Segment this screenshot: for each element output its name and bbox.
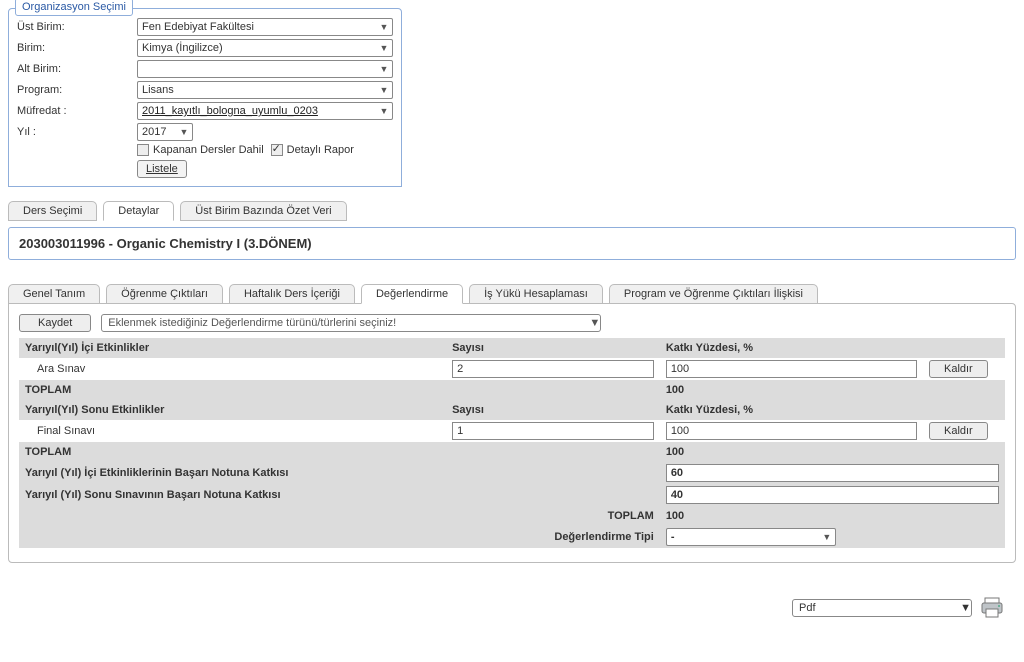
ici-toplam-row: TOPLAM100 — [19, 380, 1005, 400]
yil-select[interactable]: 2017 ▼ — [137, 123, 193, 141]
degerlendirme-tipi-select[interactable]: - ▼ — [666, 528, 836, 546]
bottom-bar: Pdf ▼ — [8, 597, 1016, 619]
dropdown-arrow-icon: ▼ — [376, 22, 392, 32]
final-katki-input[interactable]: 100 — [666, 422, 917, 440]
ici-basari-input[interactable]: 60 — [666, 464, 999, 482]
evaluation-type-picker[interactable]: Eklenmek istediğiniz Değerlendirme türün… — [101, 314, 601, 332]
sonu-basari-input[interactable]: 40 — [666, 486, 999, 504]
final-sinavi-label: Final Sınavı — [19, 420, 446, 442]
tab-haftalik-ders[interactable]: Haftalık Ders İçeriği — [229, 284, 355, 304]
dropdown-arrow-icon: ▼ — [960, 602, 971, 614]
table-row: Final Sınavı 1 100 Kaldır — [19, 420, 1005, 442]
listele-button[interactable]: Listele — [137, 160, 187, 178]
ust-birim-value: Fen Edebiyat Fakültesi — [142, 21, 254, 33]
dropdown-arrow-icon: ▼ — [819, 532, 835, 542]
ara-sinav-label: Ara Sınav — [19, 358, 446, 380]
genel-toplam-row: TOPLAM 100 — [19, 506, 1005, 526]
table-row: Ara Sınav 2 100 Kaldır — [19, 358, 1005, 380]
yil-value: 2017 — [142, 126, 166, 138]
muferdat-label: Müfredat : — [17, 105, 137, 117]
kaydet-button[interactable]: Kaydet — [19, 314, 91, 332]
dropdown-arrow-icon: ▼ — [176, 127, 192, 137]
tab-program-iliskisi[interactable]: Program ve Öğrenme Çıktıları İlişkisi — [609, 284, 818, 304]
printer-icon[interactable] — [980, 597, 1004, 619]
muferdat-combo[interactable]: 2011_kayıtlı_bologna_uyumlu_0203 ▼ — [137, 102, 393, 120]
final-sayi-input[interactable]: 1 — [452, 422, 654, 440]
final-kaldir-button[interactable]: Kaldır — [929, 422, 988, 440]
tab-detaylar[interactable]: Detaylar — [103, 201, 174, 221]
tab-ogrenme-ciktilari[interactable]: Öğrenme Çıktıları — [106, 284, 223, 304]
ara-sinav-katki-input[interactable]: 100 — [666, 360, 917, 378]
course-title: 203003011996 - Organic Chemistry I (3.DÖ… — [8, 227, 1016, 260]
program-label: Program: — [17, 84, 137, 96]
tab-degerlendirme[interactable]: Değerlendirme — [361, 284, 463, 304]
tab-genel-tanim[interactable]: Genel Tanım — [8, 284, 100, 304]
sonu-basari-row: Yarıyıl (Yıl) Sonu Sınavının Başarı Notu… — [19, 484, 1005, 506]
program-select[interactable]: Lisans ▼ — [137, 81, 393, 99]
alt-birim-label: Alt Birim: — [17, 63, 137, 75]
picker-placeholder: Eklenmek istediğiniz Değerlendirme türün… — [108, 317, 396, 329]
alt-birim-select[interactable]: ▼ — [137, 60, 393, 78]
ust-birim-select[interactable]: Fen Edebiyat Fakültesi ▼ — [137, 18, 393, 36]
tab-is-yuku[interactable]: İş Yükü Hesaplaması — [469, 284, 603, 304]
ara-sinav-sayi-input[interactable]: 2 — [452, 360, 654, 378]
sub-tabbar: Genel Tanım Öğrenme Çıktıları Haftalık D… — [8, 284, 1016, 304]
org-selection-panel: Organizasyon Seçimi Üst Birim: Fen Edebi… — [8, 8, 402, 187]
sonu-etkinlikler-header: Yarıyıl(Yıl) Sonu Etkinlikler Sayısı Kat… — [19, 400, 1005, 420]
detayli-rapor-checkbox[interactable] — [271, 144, 283, 156]
dropdown-arrow-icon: ▼ — [376, 106, 392, 116]
birim-label: Birim: — [17, 42, 137, 54]
tab-ders-secimi[interactable]: Ders Seçimi — [8, 201, 97, 221]
ici-basari-row: Yarıyıl (Yıl) İçi Etkinliklerinin Başarı… — [19, 462, 1005, 484]
birim-select[interactable]: Kimya (İngilizce) ▼ — [137, 39, 393, 57]
tab-ust-birim-ozet[interactable]: Üst Birim Bazında Özet Veri — [180, 201, 346, 221]
dropdown-arrow-icon: ▼ — [376, 85, 392, 95]
muferdat-value: 2011_kayıtlı_bologna_uyumlu_0203 — [142, 105, 318, 117]
ara-sinav-kaldir-button[interactable]: Kaldır — [929, 360, 988, 378]
export-format-select[interactable]: Pdf ▼ — [792, 599, 972, 617]
evaluation-panel: Kaydet Eklenmek istediğiniz Değerlendirm… — [8, 303, 1016, 563]
dropdown-arrow-icon: ▼ — [376, 64, 392, 74]
kapanan-dersler-label: Kapanan Dersler Dahil — [153, 144, 264, 156]
program-value: Lisans — [142, 84, 174, 96]
evaluation-table: Yarıyıl(Yıl) İçi Etkinlikler Sayısı Katk… — [19, 338, 1005, 548]
degerlendirme-tipi-row: Değerlendirme Tipi - ▼ — [19, 526, 1005, 548]
birim-value: Kimya (İngilizce) — [142, 42, 223, 54]
main-tabbar: Ders Seçimi Detaylar Üst Birim Bazında Ö… — [8, 201, 1016, 221]
dropdown-arrow-icon: ▼ — [589, 317, 600, 329]
kapanan-dersler-checkbox[interactable] — [137, 144, 149, 156]
ust-birim-label: Üst Birim: — [17, 21, 137, 33]
panel-legend: Organizasyon Seçimi — [15, 0, 133, 16]
sonu-toplam-row: TOPLAM100 — [19, 442, 1005, 462]
ici-etkinlikler-header: Yarıyıl(Yıl) İçi Etkinlikler Sayısı Katk… — [19, 338, 1005, 358]
yil-label: Yıl : — [17, 126, 137, 138]
dropdown-arrow-icon: ▼ — [376, 43, 392, 53]
detayli-rapor-label: Detaylı Rapor — [287, 144, 354, 156]
